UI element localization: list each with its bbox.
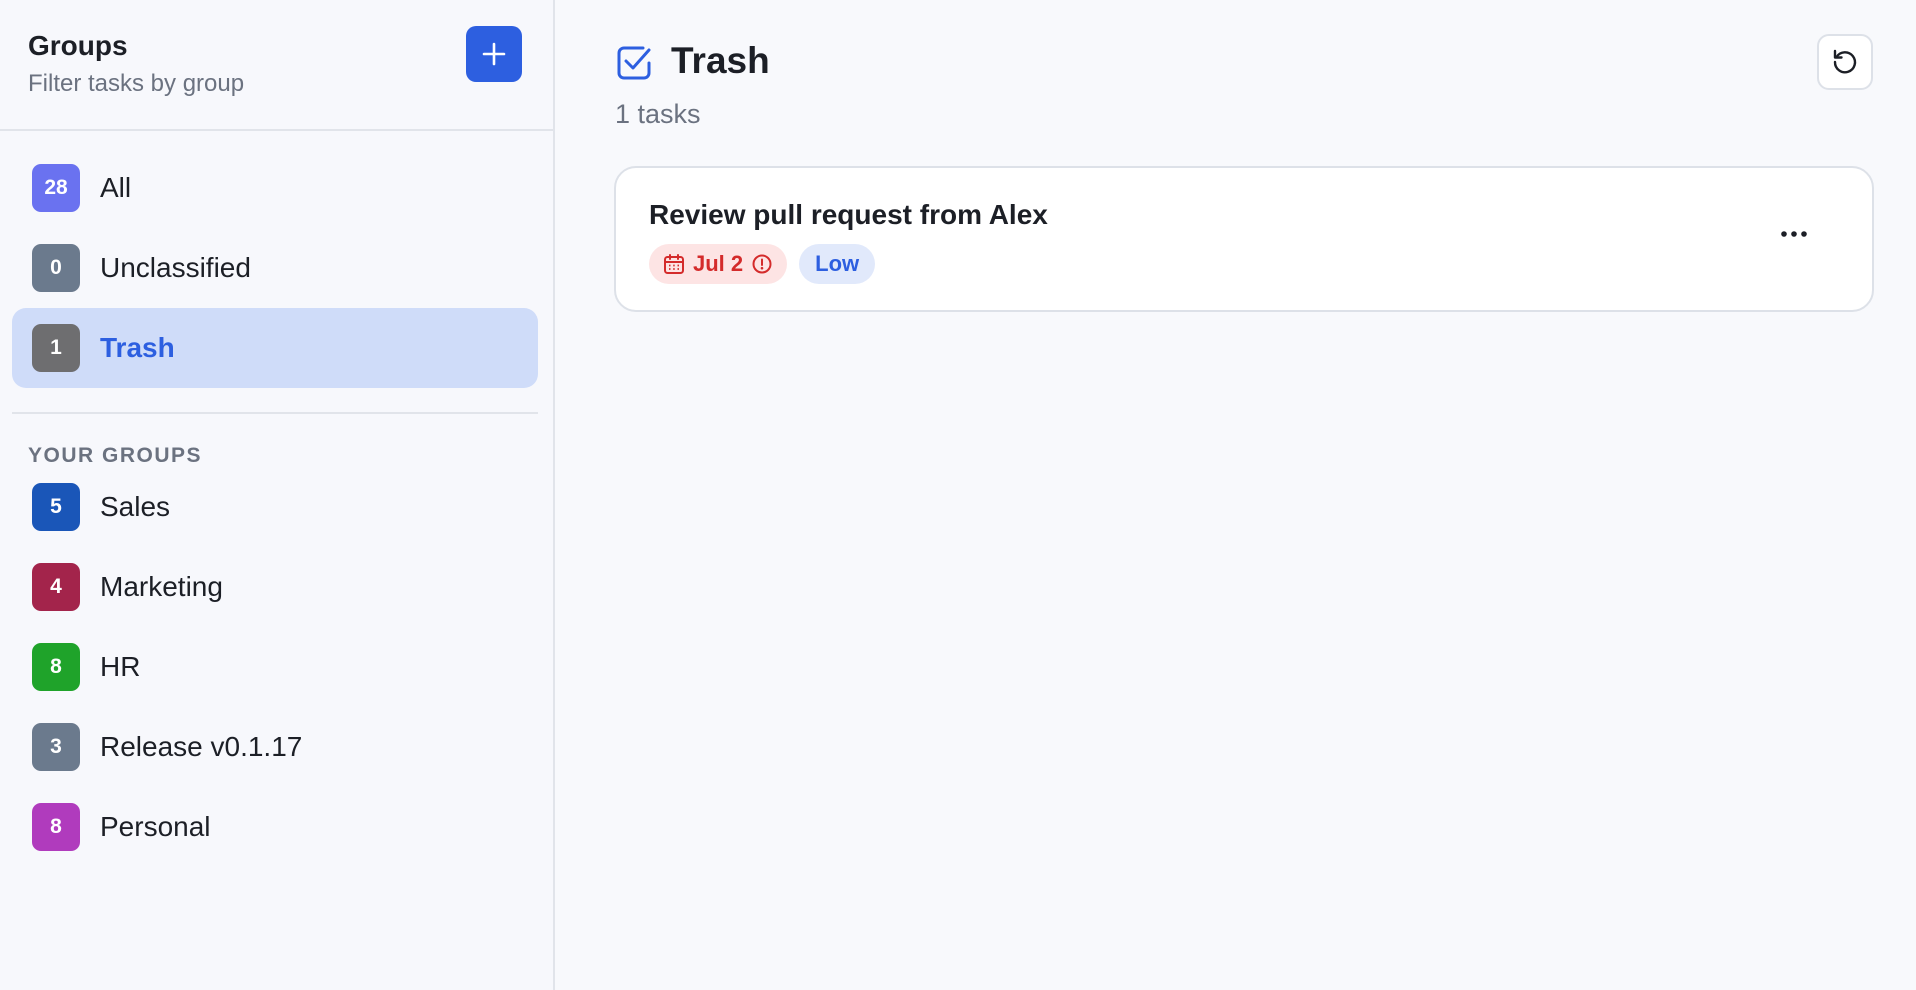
group-count-badge: 1 — [32, 324, 80, 372]
task-tags: Jul 2 Low — [649, 244, 876, 284]
group-item-personal[interactable]: 8 Personal — [12, 787, 538, 867]
task-title: Review pull request from Alex — [649, 199, 1048, 230]
group-label: Trash — [100, 332, 175, 363]
add-group-button[interactable] — [466, 26, 522, 82]
group-label: Unclassified — [100, 252, 251, 283]
due-date-badge: Jul 2 — [649, 244, 788, 284]
refresh-icon — [1833, 49, 1857, 74]
overdue-alert-icon — [752, 254, 772, 274]
user-group-list: 5 Sales 4 Marketing 8 HR 3 Release v0.1.… — [12, 467, 538, 867]
group-item-all[interactable]: 28 All — [12, 148, 538, 228]
due-date-text: Jul 2 — [693, 251, 744, 276]
group-label: HR — [100, 651, 141, 682]
system-group-list: 28 All 0 Unclassified 1 Trash — [12, 148, 538, 388]
refresh-button[interactable] — [1817, 34, 1873, 90]
groups-sidebar: Groups Filter tasks by group 28 All 0 Un… — [0, 0, 555, 990]
priority-badge: Low — [799, 244, 876, 284]
sidebar-header: Groups Filter tasks by group — [0, 0, 553, 131]
more-horizontal-icon — [1781, 231, 1807, 237]
checkbox-icon — [617, 46, 651, 80]
group-label: Sales — [100, 491, 171, 522]
group-label: All — [100, 172, 132, 203]
task-card[interactable]: Review pull request from Alex Jul 2 Low — [614, 166, 1874, 312]
group-label: Marketing — [100, 571, 223, 602]
plus-icon — [482, 42, 506, 66]
group-label: Release v0.1.17 — [100, 731, 303, 762]
group-count-badge: 28 — [32, 164, 80, 212]
group-count-badge: 3 — [32, 723, 80, 771]
calendar-icon — [664, 254, 684, 274]
your-groups-heading: YOUR GROUPS — [28, 444, 203, 467]
app-root: Groups Filter tasks by group 28 All 0 Un… — [0, 0, 1916, 990]
group-label: Personal — [100, 811, 211, 842]
group-count-badge: 5 — [32, 483, 80, 531]
group-count-badge: 0 — [32, 244, 80, 292]
group-item-marketing[interactable]: 4 Marketing — [12, 547, 538, 627]
group-item-sales[interactable]: 5 Sales — [12, 467, 538, 547]
group-item-trash[interactable]: 1 Trash — [12, 308, 538, 388]
group-item-unclassified[interactable]: 0 Unclassified — [12, 228, 538, 308]
group-item-hr[interactable]: 8 HR — [12, 627, 538, 707]
more-options-button[interactable] — [1774, 214, 1814, 254]
group-item-release[interactable]: 3 Release v0.1.17 — [12, 707, 538, 787]
main-panel: Trash 1 tasks Review pull request from A… — [555, 0, 1916, 990]
group-count-badge: 8 — [32, 803, 80, 851]
sidebar-title: Groups — [28, 30, 128, 61]
sidebar-subtitle: Filter tasks by group — [28, 70, 245, 97]
page-title: Trash — [671, 40, 770, 81]
sidebar-divider — [12, 412, 538, 414]
group-count-badge: 8 — [32, 643, 80, 691]
group-count-badge: 4 — [32, 563, 80, 611]
task-count: 1 tasks — [615, 99, 701, 129]
